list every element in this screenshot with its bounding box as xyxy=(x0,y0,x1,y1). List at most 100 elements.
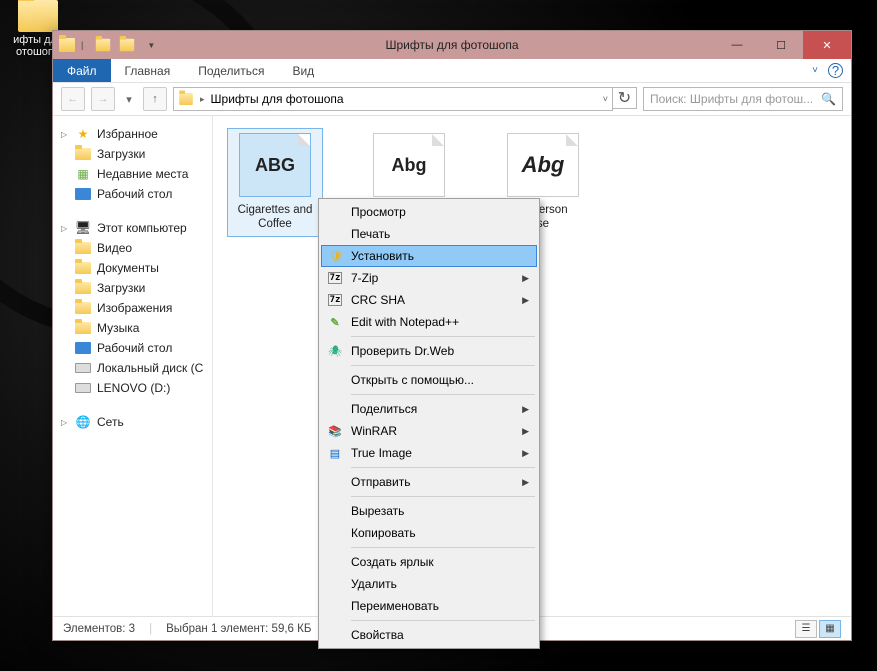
context-item-label: Проверить Dr.Web xyxy=(351,344,454,358)
nav-network-header[interactable]: ▷Сеть xyxy=(53,412,212,432)
context-item-label: 7-Zip xyxy=(351,271,378,285)
context-item-label: Удалить xyxy=(351,577,397,591)
context-menu-item[interactable]: Просмотр xyxy=(321,201,537,223)
nav-drive-d[interactable]: LENOVO (D:) xyxy=(53,378,212,398)
context-menu-item[interactable]: Переименовать xyxy=(321,595,537,617)
nav-videos[interactable]: Видео xyxy=(53,238,212,258)
context-item-label: Открыть с помощью... xyxy=(351,373,474,387)
quick-access-toolbar: ▼ xyxy=(93,35,161,55)
search-input[interactable]: Поиск: Шрифты для фотош... 🔍 xyxy=(643,87,843,111)
nav-downloads2[interactable]: Загрузки xyxy=(53,278,212,298)
submenu-arrow-icon: ▶ xyxy=(522,295,529,306)
context-separator xyxy=(351,496,535,497)
context-menu-item[interactable]: 7z7-Zip▶ xyxy=(321,267,537,289)
npp-icon: ✎ xyxy=(327,314,343,330)
refresh-button[interactable]: ↻ xyxy=(613,87,637,109)
context-menu-item[interactable]: ▤True Image▶ xyxy=(321,442,537,464)
context-item-label: Просмотр xyxy=(351,205,406,219)
file-item[interactable]: ABG Cigarettes and Coffee xyxy=(227,128,323,237)
nav-pictures[interactable]: Изображения xyxy=(53,298,212,318)
breadcrumb-location[interactable]: Шрифты для фотошопа xyxy=(211,92,344,106)
breadcrumb-arrow-icon: ▸ xyxy=(200,94,205,105)
context-menu-item[interactable]: Копировать xyxy=(321,522,537,544)
view-icons-button[interactable]: ▦ xyxy=(819,620,841,638)
maximize-button[interactable]: ☐ xyxy=(759,31,803,59)
tab-home[interactable]: Главная xyxy=(111,59,185,82)
nav-forward-button[interactable]: → xyxy=(91,87,115,111)
file-name: Cigarettes and Coffee xyxy=(228,203,322,232)
folder-icon xyxy=(18,0,58,32)
context-menu-item[interactable]: Создать ярлык xyxy=(321,551,537,573)
address-bar[interactable]: ▸ Шрифты для фотошопа ˅ xyxy=(173,87,613,111)
help-icon[interactable]: ? xyxy=(828,63,843,78)
context-menu-item[interactable]: 🕷 Проверить Dr.Web xyxy=(321,340,537,362)
qat-dropdown-button[interactable]: ▼ xyxy=(141,35,161,55)
7z-icon: 7z xyxy=(327,292,343,308)
status-selection: Выбран 1 элемент: 59,6 КБ xyxy=(166,623,311,635)
close-button[interactable]: ✕ xyxy=(803,31,851,59)
nav-recent-dropdown[interactable]: ▾ xyxy=(121,87,137,111)
file-tab[interactable]: Файл xyxy=(53,59,111,82)
view-details-button[interactable]: ☰ xyxy=(795,620,817,638)
context-separator xyxy=(351,394,535,395)
context-item-label: Установить xyxy=(351,249,414,263)
context-menu-item[interactable]: 7z CRC SHA ▶ xyxy=(321,289,537,311)
qat-properties-button[interactable] xyxy=(93,35,113,55)
context-item-label: CRC SHA xyxy=(351,293,405,307)
nav-downloads[interactable]: Загрузки xyxy=(53,144,212,164)
submenu-arrow-icon: ▶ xyxy=(522,477,529,488)
context-item-label: Переименовать xyxy=(351,599,439,613)
submenu-arrow-icon: ▶ xyxy=(522,404,529,415)
nav-music[interactable]: Музыка xyxy=(53,318,212,338)
nav-desktop2[interactable]: Рабочий стол xyxy=(53,338,212,358)
context-menu-item[interactable]: Вырезать xyxy=(321,500,537,522)
nav-up-button[interactable]: ↑ xyxy=(143,87,167,111)
context-separator xyxy=(351,365,535,366)
context-separator xyxy=(351,336,535,337)
drweb-icon: 🕷 xyxy=(327,343,343,359)
context-item-label: Создать ярлык xyxy=(351,555,434,569)
address-dropdown-icon[interactable]: ˅ xyxy=(603,94,608,104)
nav-back-button[interactable]: ← xyxy=(61,87,85,111)
qat-newfolder-button[interactable] xyxy=(117,35,137,55)
nav-favorites-header[interactable]: ▷★Избранное xyxy=(53,124,212,144)
nav-drive-c[interactable]: Локальный диск (C xyxy=(53,358,212,378)
window-title: Шрифты для фотошопа xyxy=(385,38,518,52)
nav-recent[interactable]: ▦Недавние места xyxy=(53,164,212,184)
context-item-label: Edit with Notepad++ xyxy=(351,315,459,329)
context-menu-item[interactable]: 📚WinRAR▶ xyxy=(321,420,537,442)
ti-icon: ▤ xyxy=(327,445,343,461)
titlebar[interactable]: | ▼ Шрифты для фотошопа — ☐ ✕ xyxy=(53,31,851,59)
nav-desktop[interactable]: Рабочий стол xyxy=(53,184,212,204)
ribbon-expand-icon[interactable]: ˅ xyxy=(812,65,818,76)
context-menu-item[interactable]: Удалить xyxy=(321,573,537,595)
winrar-icon: 📚 xyxy=(327,423,343,439)
address-folder-icon xyxy=(179,93,193,105)
ribbon-tabs: Файл Главная Поделиться Вид ˅ ? xyxy=(53,59,851,83)
nav-documents[interactable]: Документы xyxy=(53,258,212,278)
context-item-label: Поделиться xyxy=(351,402,417,416)
nav-computer-header[interactable]: ▷Этот компьютер xyxy=(53,218,212,238)
context-menu-item[interactable]: Печать xyxy=(321,223,537,245)
submenu-arrow-icon: ▶ xyxy=(522,448,529,459)
context-item-label: Печать xyxy=(351,227,390,241)
tab-share[interactable]: Поделиться xyxy=(184,59,278,82)
context-menu-item[interactable]: ✎ Edit with Notepad++ xyxy=(321,311,537,333)
shield-icon: 🛡 xyxy=(328,248,344,264)
context-menu-item[interactable]: Открыть с помощью... xyxy=(321,369,537,391)
context-menu-item[interactable]: Поделиться ▶ xyxy=(321,398,537,420)
context-item-label: Вырезать xyxy=(351,504,404,518)
font-thumbnail: ABG xyxy=(239,133,311,197)
tab-view[interactable]: Вид xyxy=(278,59,328,82)
context-menu-item[interactable]: Отправить▶ xyxy=(321,471,537,493)
window-icon xyxy=(59,38,75,52)
minimize-button[interactable]: — xyxy=(715,31,759,59)
context-item-label: Свойства xyxy=(351,628,404,642)
context-menu-item[interactable]: 🛡 Установить xyxy=(321,245,537,267)
context-menu: Просмотр Печать 🛡 Установить 7z 7-Zip ▶ 7z CRC S… xyxy=(318,198,540,649)
context-item-label: Копировать xyxy=(351,526,416,540)
7z-icon: 7z xyxy=(327,270,343,286)
context-menu-item[interactable]: Свойства xyxy=(321,624,537,646)
context-item-label: WinRAR xyxy=(351,424,397,438)
font-thumbnail: Abg xyxy=(373,133,445,197)
